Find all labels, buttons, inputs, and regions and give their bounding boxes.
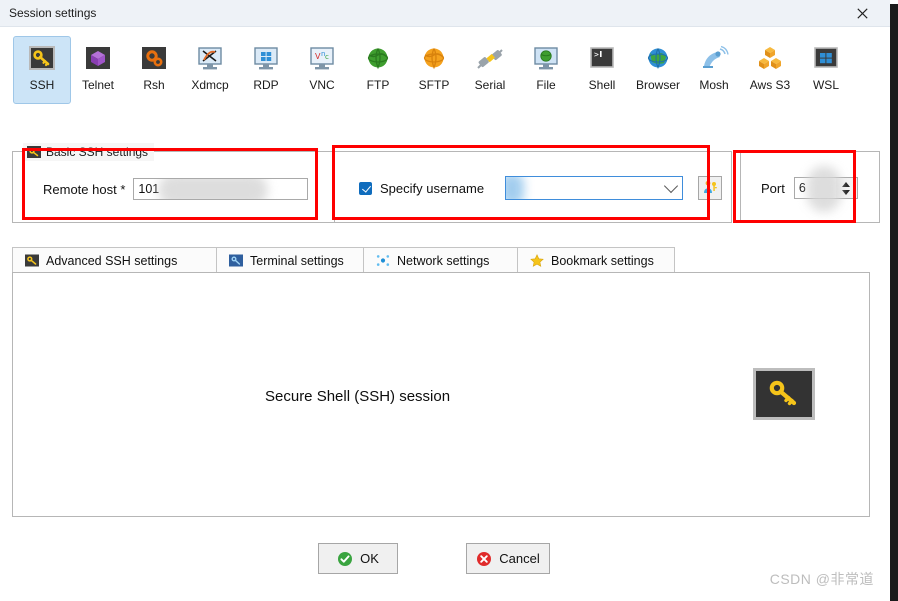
ok-button-label: OK <box>360 551 379 566</box>
session-type-browser[interactable]: Browser <box>629 36 687 104</box>
remote-host-redaction <box>158 179 269 199</box>
group-title-label: Basic SSH settings <box>46 145 149 159</box>
tab-label: Network settings <box>397 253 490 268</box>
port-input[interactable]: 6 <box>793 177 836 199</box>
session-settings-window: Session settings SSH Telnet Rsh Xdmcp RD… <box>0 0 898 601</box>
session-type-wsl[interactable]: WSL <box>797 36 855 104</box>
port-settings-group: Port 6 <box>740 151 880 223</box>
aws-s3-cubes-icon <box>754 45 786 73</box>
green-check-icon <box>337 551 353 567</box>
titlebar: Session settings <box>0 0 890 27</box>
session-type-label: Serial <box>474 78 506 92</box>
svg-text:c: c <box>325 53 329 61</box>
port-spinner[interactable] <box>835 177 858 199</box>
session-type-label: FTP <box>366 78 390 92</box>
session-type-sftp[interactable]: SFTP <box>405 36 463 104</box>
session-type-telnet[interactable]: Telnet <box>69 36 127 104</box>
window-right-edge <box>890 4 898 601</box>
session-type-label: Shell <box>588 78 616 92</box>
session-type-label: File <box>536 78 556 92</box>
ok-button[interactable]: OK <box>318 543 398 574</box>
window-title: Session settings <box>9 6 97 20</box>
ssh-key-icon <box>27 146 41 158</box>
session-type-ftp[interactable]: FTP <box>349 36 407 104</box>
session-type-label: Rsh <box>143 78 165 92</box>
serial-plug-icon <box>474 45 506 73</box>
tab-label: Terminal settings <box>250 253 344 268</box>
tab-bookmark-settings[interactable]: Bookmark settings <box>517 247 675 273</box>
file-monitor-icon <box>530 45 562 73</box>
network-dots-icon <box>376 254 390 267</box>
remote-host-label: Remote host * <box>43 181 126 197</box>
specify-username-checkbox[interactable] <box>359 181 372 195</box>
close-icon[interactable] <box>842 0 882 27</box>
remote-host-input[interactable]: 101 <box>133 178 309 200</box>
wsl-windows-icon <box>810 45 842 73</box>
browser-globe-icon <box>642 45 674 73</box>
username-redaction <box>506 177 525 199</box>
session-type-shell[interactable]: > Shell <box>573 36 631 104</box>
remote-host-value: 101 <box>138 182 160 196</box>
session-type-xdmcp[interactable]: Xdmcp <box>181 36 239 104</box>
specify-username-label: Specify username <box>380 180 485 196</box>
username-combobox[interactable] <box>505 176 684 200</box>
cancel-button-label: Cancel <box>499 551 540 566</box>
telnet-cube-icon <box>82 45 114 73</box>
vnc-monitor-icon: V n c <box>306 45 338 73</box>
star-icon <box>530 254 544 267</box>
rdp-monitor-icon <box>250 45 282 73</box>
port-value: 6 <box>798 181 806 195</box>
mosh-satellite-icon <box>698 45 730 73</box>
red-x-icon <box>476 551 492 567</box>
shell-prompt-icon: > <box>586 45 618 73</box>
sftp-globe-icon <box>418 45 450 73</box>
group-title-basic-ssh: Basic SSH settings <box>23 143 155 161</box>
session-type-label: Mosh <box>699 78 729 92</box>
user-key-icon <box>702 179 718 198</box>
tab-terminal-settings[interactable]: Terminal settings <box>216 247 364 273</box>
username-browse-button[interactable] <box>698 176 723 200</box>
terminal-icon <box>229 254 243 267</box>
session-type-label: SFTP <box>418 78 450 92</box>
ssh-key-icon <box>753 368 815 420</box>
ssh-key-icon <box>25 254 39 267</box>
session-type-label: VNC <box>309 78 335 92</box>
session-type-label: SSH <box>29 78 55 92</box>
tab-network-settings[interactable]: Network settings <box>363 247 518 273</box>
rsh-gears-icon <box>138 45 170 73</box>
port-label: Port <box>761 180 785 196</box>
session-type-label: RDP <box>253 78 279 92</box>
session-type-label: Xdmcp <box>191 78 229 92</box>
tab-label: Bookmark settings <box>551 253 654 268</box>
session-type-label: WSL <box>812 78 839 92</box>
session-type-mosh[interactable]: Mosh <box>685 36 743 104</box>
cancel-button[interactable]: Cancel <box>466 543 550 574</box>
settings-groups: Basic SSH settings Remote host * 101 Spe… <box>12 141 880 227</box>
ssh-key-icon <box>26 45 58 73</box>
session-type-rsh[interactable]: Rsh <box>125 36 183 104</box>
svg-text:>: > <box>594 50 599 59</box>
settings-tabs: Advanced SSH settings Terminal settings <box>12 247 880 273</box>
spinner-down-icon[interactable] <box>842 189 851 195</box>
xdmcp-x-icon <box>194 45 226 73</box>
session-type-aws-s3[interactable]: Aws S3 <box>741 36 799 104</box>
session-type-label: Aws S3 <box>749 78 791 92</box>
username-settings-group: Specify username <box>334 151 732 223</box>
content-title: Secure Shell (SSH) session <box>265 388 451 405</box>
session-type-vnc[interactable]: V n c VNC <box>293 36 351 104</box>
session-type-serial[interactable]: Serial <box>461 36 519 104</box>
session-type-label: Telnet <box>81 78 115 92</box>
session-type-ssh[interactable]: SSH <box>13 36 71 104</box>
session-type-toolbar: SSH Telnet Rsh Xdmcp RDP V n c VNC FTP S… <box>0 28 890 108</box>
session-type-rdp[interactable]: RDP <box>237 36 295 104</box>
session-content-panel: Secure Shell (SSH) session <box>12 272 870 517</box>
spinner-up-icon[interactable] <box>842 181 851 187</box>
watermark: CSDN @非常道 <box>769 571 874 587</box>
tab-label: Advanced SSH settings <box>46 253 178 268</box>
tab-advanced-ssh-settings[interactable]: Advanced SSH settings <box>12 247 217 273</box>
ftp-globe-icon <box>362 45 394 73</box>
session-type-file[interactable]: File <box>517 36 575 104</box>
session-type-label: Browser <box>635 78 680 92</box>
chevron-down-icon <box>663 178 679 194</box>
